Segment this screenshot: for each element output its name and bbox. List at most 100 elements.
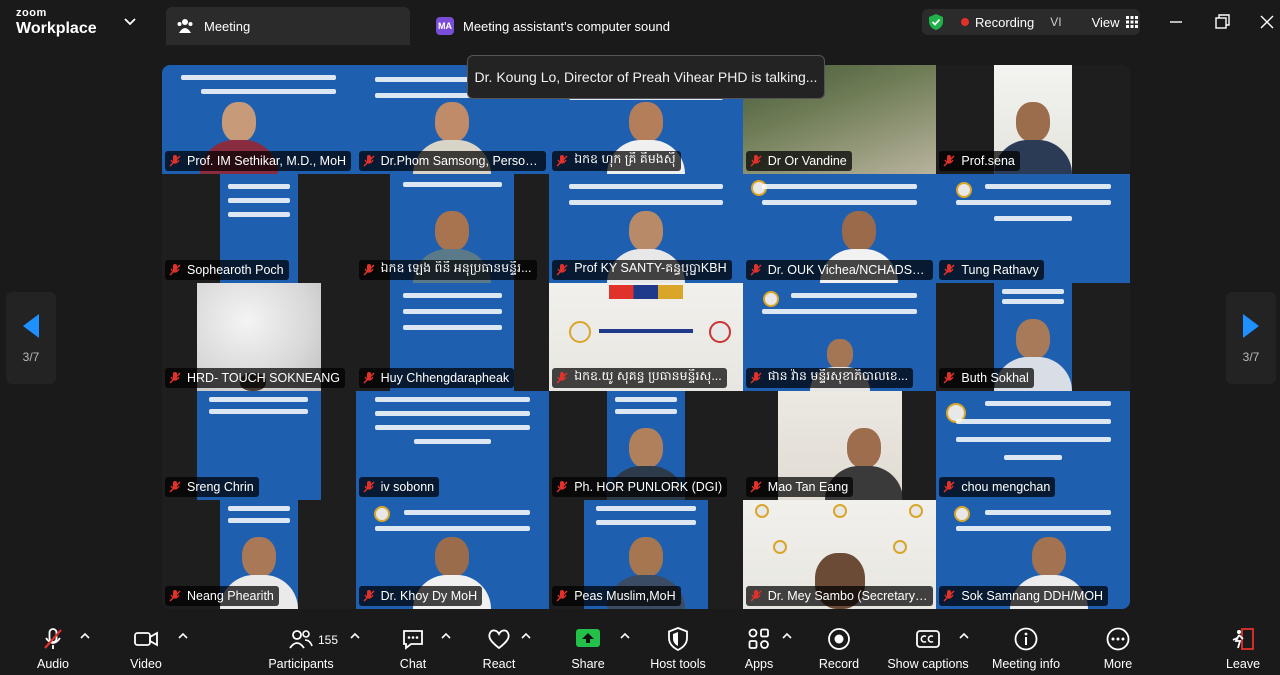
participant-name-tag: Buth Sokhal xyxy=(939,368,1034,389)
tab-meeting[interactable]: Meeting xyxy=(166,7,410,45)
minimize-icon[interactable] xyxy=(1166,12,1186,32)
mic-muted-icon xyxy=(750,372,762,384)
previous-page-button[interactable]: 3/7 xyxy=(6,292,56,384)
brand-bottom: Workplace xyxy=(16,20,97,37)
audio-label: Audio xyxy=(37,657,69,671)
shield-check-icon[interactable] xyxy=(927,13,945,31)
video-tile[interactable]: Huy Chhengdarapheak xyxy=(355,282,550,392)
assistant-avatar: MA xyxy=(436,17,454,35)
participant-name-tag: Sophearoth Poch xyxy=(165,259,289,280)
participant-name: Mao Tan Eang xyxy=(767,480,849,495)
video-label: Video xyxy=(130,657,162,671)
recording-status[interactable]: Recording xyxy=(975,15,1034,30)
video-tile[interactable]: Buth Sokhal xyxy=(936,282,1130,392)
video-tile[interactable]: Prof.sena xyxy=(936,65,1130,174)
mic-muted-icon xyxy=(363,372,375,384)
video-tile[interactable]: ឯកឧ.យូ សុគន្ធ ប្រធានមន្ទីរសុ... xyxy=(549,282,743,392)
leave-exit-icon xyxy=(1232,628,1254,650)
video-tile[interactable]: Tung Rathavy xyxy=(936,173,1130,283)
close-icon[interactable] xyxy=(1257,12,1277,32)
record-icon xyxy=(828,628,850,650)
video-tile[interactable]: iv sobonn xyxy=(355,391,550,501)
participant-name-tag: Prof KY SANTY-គន្ធបុប្ផាKBH xyxy=(552,259,732,280)
participant-name-tag: iv sobonn xyxy=(358,477,440,498)
meeting-info-button[interactable]: Meeting info xyxy=(985,617,1067,675)
mic-muted-icon xyxy=(363,481,375,493)
mic-muted-icon xyxy=(169,263,181,276)
participant-name: Prof. IM Sethikar, M.D., MoH xyxy=(187,153,347,168)
apps-label: Apps xyxy=(744,657,774,671)
chevron-down-icon[interactable] xyxy=(122,13,138,29)
view-button[interactable]: View xyxy=(1092,15,1138,30)
participant-name: Tung Rathavy xyxy=(961,262,1039,277)
video-tile[interactable]: Dr. Mey Sambo (Secretary of... xyxy=(742,500,937,609)
participant-name-tag: Dr. Khoy Dy MoH xyxy=(358,585,483,606)
mic-muted-icon xyxy=(363,154,375,167)
video-tile[interactable]: Dr. Khoy Dy MoH xyxy=(355,500,550,609)
participant-name: Prof.sena xyxy=(961,153,1015,168)
participant-name-tag: Huy Chhengdarapheak xyxy=(358,368,515,389)
chat-button[interactable]: Chat xyxy=(390,617,436,675)
participant-name: HRD- TOUCH SOKNEANG xyxy=(187,371,341,386)
share-button[interactable]: Share xyxy=(565,617,611,675)
meeting-controls: Audio Video Participants 155 Chat React … xyxy=(0,617,1280,675)
video-tile[interactable]: Dr. OUK Vichea/NCHADS-M... xyxy=(742,173,937,283)
video-tile[interactable]: HRD- TOUCH SOKNEANG xyxy=(162,282,356,392)
participant-name-tag: Sok Samnang DDH/MOH xyxy=(939,585,1109,606)
participants-label: Participants xyxy=(268,657,334,671)
mic-muted-icon xyxy=(556,372,568,384)
participant-name-tag: chou mengchan xyxy=(939,477,1056,498)
participant-name: Dr. Khoy Dy MoH xyxy=(380,588,478,603)
video-tile[interactable]: Sophearoth Poch xyxy=(162,173,356,283)
share-options-caret-icon[interactable] xyxy=(619,631,631,641)
video-tile[interactable]: Ph. HOR PUNLORK (DGI) xyxy=(549,391,743,501)
participant-name: Buth Sokhal xyxy=(961,371,1029,386)
audio-options-caret-icon[interactable] xyxy=(79,631,91,641)
chat-label: Chat xyxy=(399,657,427,671)
participant-name-tag: ឯកឧ ឡេង ពិនី អនុប្រធានមន្ទីរ... xyxy=(358,259,537,280)
video-tile[interactable]: Sreng Chrin xyxy=(162,391,356,501)
participant-name: Sreng Chrin xyxy=(187,480,254,495)
video-tile[interactable]: ផាន វ៉ាន មន្ទីរសុខាភិបាលខេ... xyxy=(742,282,937,392)
closed-captions-icon xyxy=(916,630,940,648)
participant-name: Ph. HOR PUNLORK (DGI) xyxy=(574,480,723,495)
captions-options-caret-icon[interactable] xyxy=(958,631,970,641)
participant-name-tag: Dr. OUK Vichea/NCHADS-M... xyxy=(745,259,934,280)
video-tile[interactable]: Mao Tan Eang xyxy=(742,391,937,501)
participant-name-tag: Sreng Chrin xyxy=(165,477,259,498)
restore-icon[interactable] xyxy=(1212,12,1232,32)
language-interpretation[interactable]: VI xyxy=(1050,15,1061,29)
show-captions-button[interactable]: Show captions xyxy=(885,617,971,675)
more-button[interactable]: More xyxy=(1095,617,1141,675)
video-button[interactable]: Video xyxy=(123,617,169,675)
video-tile[interactable]: Peas Muslim,MoH xyxy=(549,500,743,609)
video-options-caret-icon[interactable] xyxy=(177,631,189,641)
participant-name: chou mengchan xyxy=(961,480,1051,495)
mic-muted-icon xyxy=(169,589,181,602)
info-icon xyxy=(1014,627,1038,651)
record-button[interactable]: Record xyxy=(816,617,862,675)
grid-view-icon xyxy=(1125,16,1138,28)
participant-name: ឯកឧ ហុក គ្រី គីមងស៊ី xyxy=(574,151,676,166)
mic-muted-icon xyxy=(943,481,955,493)
participant-name: Huy Chhengdarapheak xyxy=(380,371,510,386)
video-tile[interactable]: ឯកឧ ឡេង ពិនី អនុប្រធានមន្ទីរ... xyxy=(355,173,550,283)
react-button[interactable]: React xyxy=(476,617,522,675)
record-label: Record xyxy=(818,657,860,671)
video-tile[interactable]: Sok Samnang DDH/MOH xyxy=(936,500,1130,609)
host-tools-button[interactable]: Host tools xyxy=(646,617,710,675)
video-tile[interactable]: Prof. IM Sethikar, M.D., MoH xyxy=(162,65,356,174)
apps-button[interactable]: Apps xyxy=(736,617,782,675)
apps-options-caret-icon[interactable] xyxy=(781,631,793,641)
leave-button[interactable]: Leave xyxy=(1220,617,1266,675)
participants-options-caret-icon[interactable] xyxy=(349,631,361,641)
chat-options-caret-icon[interactable] xyxy=(440,631,452,641)
next-page-button[interactable]: 3/7 xyxy=(1226,292,1276,384)
audio-button[interactable]: Audio xyxy=(30,617,76,675)
video-tile[interactable]: chou mengchan xyxy=(936,391,1130,501)
react-options-caret-icon[interactable] xyxy=(520,631,532,641)
video-gallery: Prof. IM Sethikar, M.D., MoH Dr.Phom Sam… xyxy=(162,65,1130,609)
video-tile[interactable]: Prof KY SANTY-គន្ធបុប្ផាKBH xyxy=(549,173,743,283)
video-tile[interactable]: Neang Phearith xyxy=(162,500,356,609)
tab-meeting-assistant[interactable]: MA Meeting assistant's computer sound xyxy=(428,7,728,45)
